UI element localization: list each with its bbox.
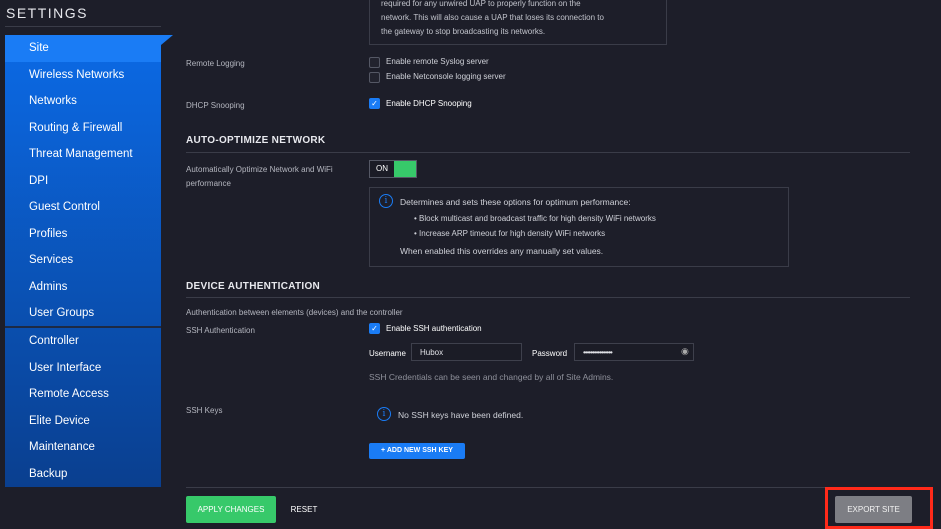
note-line: the gateway to stop broadcasting its net…	[381, 27, 546, 36]
sidebar-item-threat-management[interactable]: Threat Management	[5, 141, 161, 168]
show-password-eye-icon[interactable]: ◉	[681, 346, 689, 357]
sidebar-item-services[interactable]: Services	[5, 247, 161, 274]
note-line: network. This will also cause a UAP that…	[381, 13, 604, 22]
sidebar-item-wireless-networks[interactable]: Wireless Networks	[5, 62, 161, 89]
note-line: required for any unwired UAP to properly…	[381, 0, 581, 8]
export-site-button[interactable]: EXPORT SITE	[835, 496, 912, 523]
divider	[186, 152, 910, 153]
password-input[interactable]: ••••••••••••••••	[574, 343, 694, 361]
device-auth-subtitle: Authentication between elements (devices…	[186, 308, 403, 317]
sidebar-divider	[5, 326, 161, 328]
syslog-checkbox[interactable]	[369, 57, 380, 68]
toggle-label: ON	[376, 164, 388, 173]
divider	[5, 26, 161, 27]
settings-title: SETTINGS	[6, 5, 89, 21]
auto-optimize-info-box: i Determines and sets these options for …	[369, 187, 789, 267]
netconsole-label: Enable Netconsole logging server	[386, 72, 506, 81]
netconsole-checkbox[interactable]	[369, 72, 380, 83]
check-icon: ✓	[371, 99, 378, 108]
ssh-credentials-note: SSH Credentials can be seen and changed …	[369, 372, 614, 382]
divider	[186, 487, 910, 488]
sidebar-item-site[interactable]: Site	[5, 35, 161, 62]
sidebar-item-guest-control[interactable]: Guest Control	[5, 194, 161, 221]
sidebar-item-profiles[interactable]: Profiles	[5, 221, 161, 248]
ssh-auth-checkbox[interactable]: ✓	[369, 323, 380, 334]
remote-logging-label: Remote Logging	[186, 59, 245, 68]
password-label: Password	[532, 349, 568, 358]
sidebar-item-maintenance[interactable]: Maintenance	[5, 434, 161, 461]
info-icon: i	[379, 194, 393, 208]
sidebar-item-routing-firewall[interactable]: Routing & Firewall	[5, 115, 161, 142]
active-tab-indicator	[161, 35, 173, 45]
info-footer: When enabled this overrides any manually…	[400, 246, 604, 256]
sidebar-item-user-groups[interactable]: User Groups	[5, 300, 161, 327]
check-icon: ✓	[371, 324, 378, 333]
add-ssh-key-button[interactable]: + ADD NEW SSH KEY	[369, 443, 465, 459]
sidebar-item-dpi[interactable]: DPI	[5, 168, 161, 195]
username-label: Username	[369, 349, 406, 358]
ssh-auth-option: Enable SSH authentication	[386, 324, 482, 333]
bullet-text: Block multicast and broadcast traffic fo…	[419, 214, 656, 223]
bullet-text: Increase ARP timeout for high density Wi…	[419, 229, 606, 238]
toggle-knob	[394, 161, 416, 177]
gateway-note-box: required for any unwired UAP to properly…	[369, 0, 667, 45]
sidebar-item-networks[interactable]: Networks	[5, 88, 161, 115]
device-auth-heading: DEVICE AUTHENTICATION	[186, 281, 321, 292]
sidebar-item-elite-device[interactable]: Elite Device	[5, 408, 161, 435]
add-ssh-key-label: ADD NEW SSH KEY	[386, 447, 453, 454]
sidebar-item-admins[interactable]: Admins	[5, 274, 161, 301]
info-title: Determines and sets these options for op…	[400, 197, 631, 207]
ssh-auth-label: SSH Authentication	[186, 326, 255, 335]
info-bullet: • Increase ARP timeout for high density …	[414, 229, 606, 238]
reset-button[interactable]: RESET	[284, 496, 324, 523]
sidebar-item-backup[interactable]: Backup	[5, 461, 161, 488]
username-input[interactable]: Hubox	[411, 343, 522, 361]
dhcp-snooping-label: DHCP Snooping	[186, 101, 245, 110]
ssh-keys-empty: No SSH keys have been defined.	[398, 410, 524, 420]
sidebar-item-controller[interactable]: Controller	[5, 328, 161, 355]
dhcp-snooping-option: Enable DHCP Snooping	[386, 99, 472, 108]
info-icon: i	[377, 407, 391, 421]
sidebar-item-remote-access[interactable]: Remote Access	[5, 381, 161, 408]
divider	[186, 297, 910, 298]
ssh-keys-label: SSH Keys	[186, 406, 223, 415]
info-bullet: • Block multicast and broadcast traffic …	[414, 214, 656, 223]
dhcp-snooping-checkbox[interactable]: ✓	[369, 98, 380, 109]
syslog-label: Enable remote Syslog server	[386, 57, 489, 66]
apply-changes-button[interactable]: APPLY CHANGES	[186, 496, 276, 523]
sidebar-item-user-interface[interactable]: User Interface	[5, 355, 161, 382]
auto-optimize-heading: AUTO-OPTIMIZE NETWORK	[186, 135, 326, 146]
auto-optimize-label: Automatically Optimize Network and WiFi …	[186, 165, 333, 188]
auto-optimize-toggle[interactable]: ON	[369, 160, 417, 178]
sidebar: Site Wireless Networks Networks Routing …	[5, 35, 161, 487]
